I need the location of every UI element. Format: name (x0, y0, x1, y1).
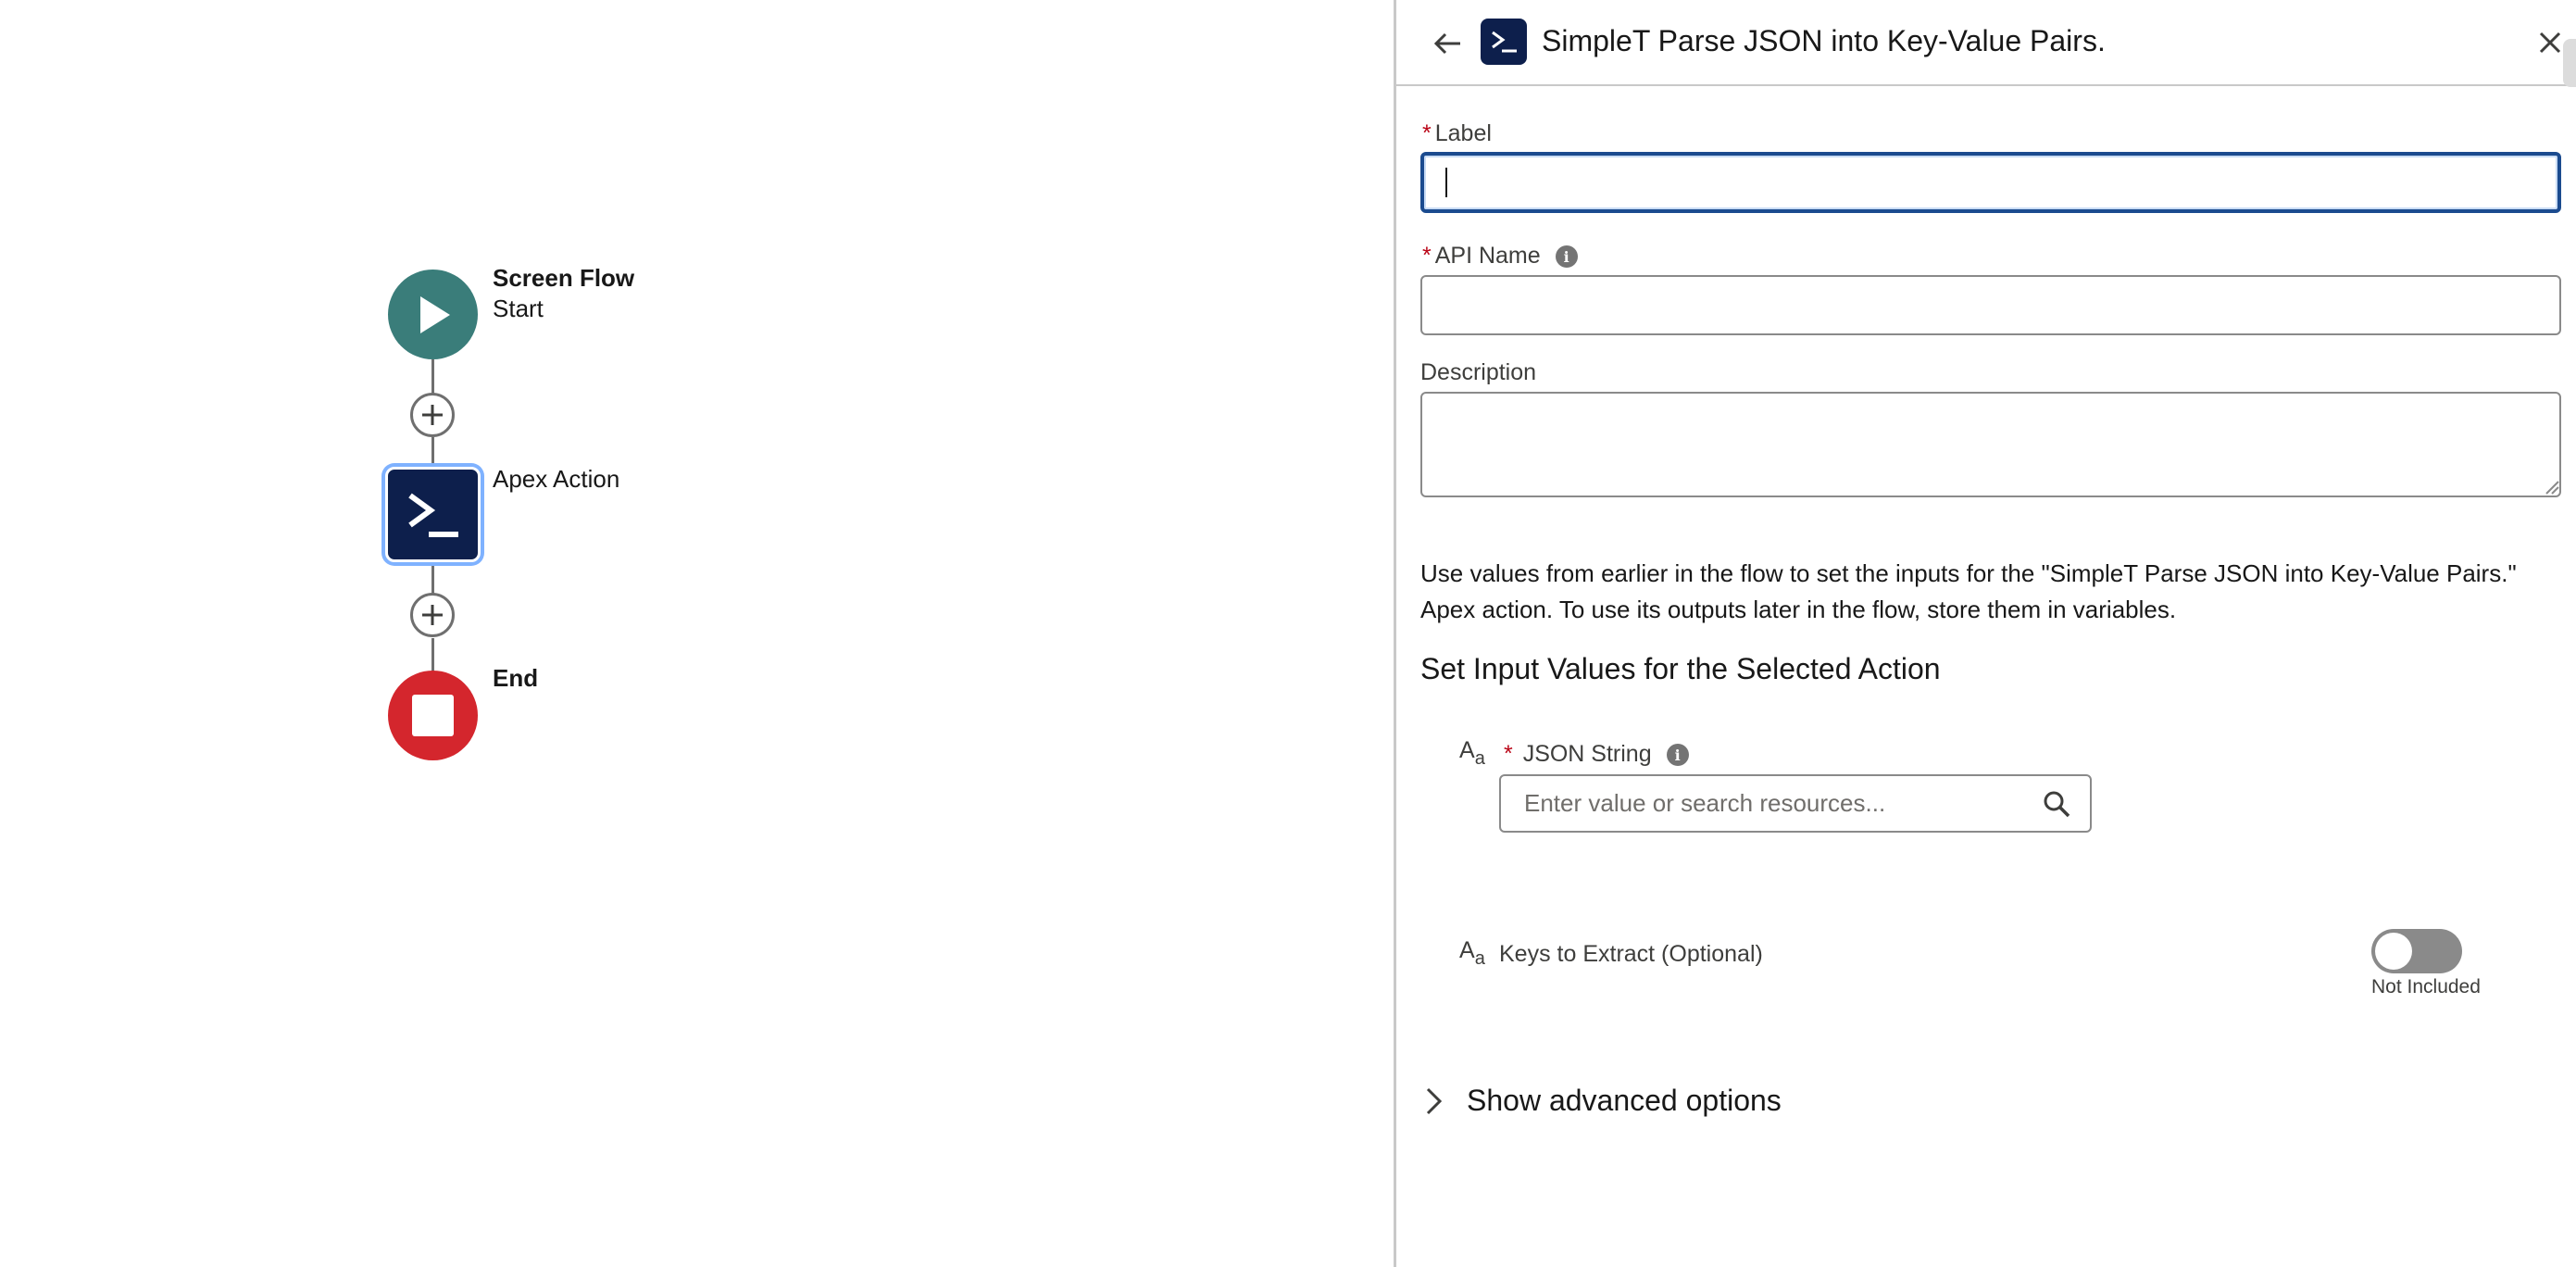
plus-icon (422, 605, 443, 625)
required-marker: * (1422, 243, 1432, 269)
json-string-label: * JSON String i (1504, 741, 1689, 768)
info-icon[interactable]: i (1666, 744, 1689, 767)
panel-title: SimpleT Parse JSON into Key-Value Pairs. (1542, 24, 2106, 57)
close-icon (2539, 31, 2561, 54)
description-textarea[interactable] (1420, 392, 2561, 497)
stop-icon (412, 695, 454, 736)
apex-action-node[interactable] (381, 463, 484, 566)
add-element-button[interactable] (410, 393, 455, 437)
apex-action-node-label: Apex Action (493, 465, 620, 493)
required-marker: * (1422, 120, 1432, 146)
json-string-resource-input[interactable] (1499, 774, 2092, 833)
resize-grip-icon[interactable] (2543, 478, 2559, 495)
label-field-label: * Label (1422, 120, 1492, 146)
section-heading: Set Input Values for the Selected Action (1420, 652, 1941, 685)
required-marker: * (1504, 741, 1513, 767)
search-icon[interactable] (2042, 789, 2071, 819)
show-advanced-options-toggle[interactable]: Show advanced options (1420, 1084, 1782, 1118)
description-field-label: Description (1420, 359, 1537, 385)
label-input[interactable] (1420, 152, 2561, 213)
text-type-icon: Aa (1459, 737, 1485, 769)
keys-to-extract-label: Keys to Extract (Optional) (1499, 941, 1763, 967)
apex-action-icon (407, 493, 458, 537)
end-node[interactable] (388, 671, 478, 760)
show-advanced-options-label: Show advanced options (1467, 1084, 1782, 1117)
arrow-left-icon (1433, 32, 1460, 55)
start-node[interactable] (388, 270, 478, 359)
add-element-button[interactable] (410, 593, 455, 637)
info-icon[interactable]: i (1555, 245, 1578, 269)
toggle-knob (2375, 933, 2412, 970)
apex-action-icon (1481, 19, 1527, 65)
connector-line (431, 638, 434, 671)
plus-icon (422, 405, 443, 425)
api-name-field-label: * API Name i (1422, 243, 1578, 270)
flow-canvas[interactable]: Screen Flow Start Apex Action End (0, 0, 1394, 1267)
chevron-right-icon (1426, 1087, 1443, 1114)
help-text: Use values from earlier in the flow to s… (1420, 559, 2517, 623)
text-type-icon: Aa (1459, 937, 1485, 969)
end-node-title: End (493, 664, 539, 692)
text-cursor (1445, 168, 1447, 197)
api-name-input[interactable] (1420, 275, 2561, 335)
back-button[interactable] (1429, 25, 1466, 62)
start-node-subtitle: Start (493, 295, 544, 322)
play-icon (419, 295, 450, 333)
toggle-status-text: Not Included (2371, 976, 2481, 997)
include-toggle[interactable] (2371, 929, 2462, 973)
panel-header: SimpleT Parse JSON into Key-Value Pairs. (1396, 0, 2576, 87)
start-node-title: Screen Flow (493, 264, 635, 292)
connector-line (431, 437, 434, 465)
panel-resize-handle[interactable] (2563, 39, 2576, 87)
property-editor-panel: SimpleT Parse JSON into Key-Value Pairs.… (1394, 0, 2576, 1267)
